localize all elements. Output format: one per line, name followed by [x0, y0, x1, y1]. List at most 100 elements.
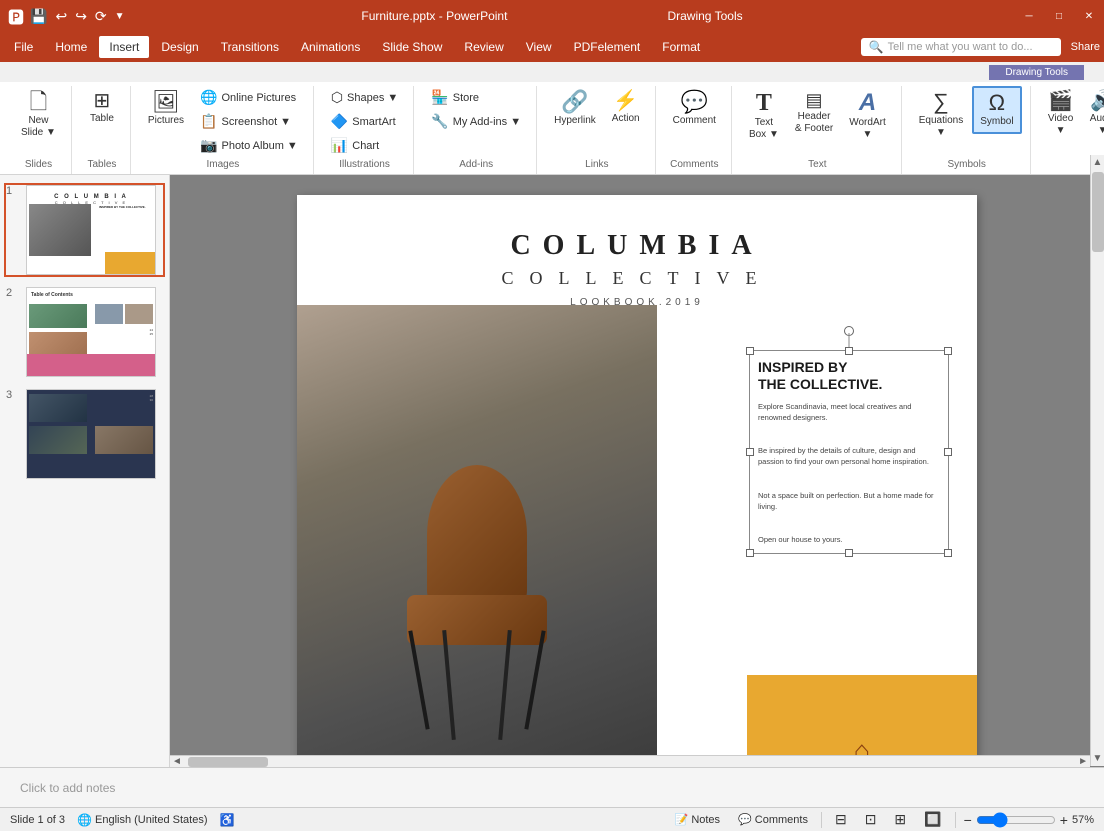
handle-bm[interactable]	[845, 549, 853, 557]
menu-transitions[interactable]: Transitions	[211, 36, 289, 58]
save-icon[interactable]: 💾	[30, 8, 47, 25]
handle-br[interactable]	[944, 549, 952, 557]
zoom-in-button[interactable]: +	[1060, 812, 1068, 828]
menu-home[interactable]: Home	[45, 36, 97, 58]
smartart-button[interactable]: 🔷 SmartArt	[324, 110, 406, 133]
vertical-scrollbar[interactable]: ▲ ▼	[1090, 175, 1104, 766]
scroll-down-arrow[interactable]: ▼	[1091, 751, 1104, 766]
video-button[interactable]: 🎬 Video▼	[1041, 86, 1081, 142]
search-bar[interactable]: 🔍 Tell me what you want to do...	[861, 38, 1061, 56]
menu-format[interactable]: Format	[652, 36, 710, 58]
notes-area[interactable]: Click to add notes	[0, 767, 1104, 807]
scroll-thumb[interactable]	[1092, 175, 1104, 252]
notes-status-button[interactable]: 📝 Notes	[670, 811, 725, 828]
tables-group-label: Tables	[87, 157, 116, 170]
minimize-btn[interactable]: ─	[1022, 9, 1036, 23]
slide-preview-1: C O L U M B I A C O L L E C T I V E INSP…	[26, 185, 156, 275]
normal-view-button[interactable]: ⊟	[830, 809, 852, 830]
slide-thumb-1[interactable]: 1 C O L U M B I A C O L L E C T I V E IN…	[4, 183, 165, 277]
equations-button[interactable]: ∑ Equations▼	[912, 86, 970, 144]
table-button[interactable]: ⊞ Table	[82, 86, 122, 130]
slide-preview-3: 2830	[26, 389, 156, 479]
symbol-button[interactable]: Ω Symbol	[972, 86, 1021, 134]
handle-mr[interactable]	[944, 448, 952, 456]
accessibility-icon[interactable]: ♿	[220, 813, 235, 827]
status-right: 📝 Notes 💬 Comments ⊟ ⊡ ⊞ 🔲 − + 57%	[670, 809, 1094, 830]
menu-slideshow[interactable]: Slide Show	[372, 36, 452, 58]
thumb2-toc: Table of Contents	[31, 292, 151, 298]
comment-button[interactable]: 💬 Comment	[666, 86, 723, 132]
handle-bl[interactable]	[746, 549, 754, 557]
refresh-icon[interactable]: ⟳	[95, 8, 107, 25]
search-placeholder: Tell me what you want to do...	[888, 41, 1033, 53]
zoom-out-button[interactable]: −	[964, 812, 972, 828]
ribbon-group-text: T TextBox ▼ ▤ Header& Footer A WordArt▼ …	[734, 86, 902, 174]
slide-thumb-3[interactable]: 3 2830	[4, 387, 165, 481]
images-small-group: 🌐 Online Pictures 📋 Screenshot ▼ 📷 Photo…	[193, 86, 305, 157]
handle-tr[interactable]	[944, 347, 952, 355]
chart-button[interactable]: 📊 Chart	[324, 134, 406, 157]
screenshot-button[interactable]: 📋 Screenshot ▼	[193, 110, 305, 133]
menu-pdfelement[interactable]: PDFelement	[564, 36, 651, 58]
ribbon-content: 🗋 NewSlide ▼ Slides ⊞ Table Tables 🖼 Pic	[0, 82, 1104, 174]
header-footer-button[interactable]: ▤ Header& Footer	[788, 86, 840, 140]
slide-collective-text: COLLECTIVE	[297, 268, 977, 289]
drawing-tools-label: Drawing Tools	[989, 65, 1084, 80]
close-btn[interactable]: ✕	[1082, 9, 1096, 23]
menu-view[interactable]: View	[516, 36, 562, 58]
scroll-right-arrow[interactable]: ►	[1076, 756, 1090, 767]
comments-status-button[interactable]: 💬 Comments	[733, 811, 813, 828]
undo-icon[interactable]: ↩	[55, 8, 67, 25]
addins-small-group: 🏪 Store 🔧 My Add-ins ▼	[424, 86, 528, 133]
scroll-left-arrow[interactable]: ◄	[170, 756, 184, 767]
menu-insert[interactable]: Insert	[99, 36, 149, 58]
handle-tl[interactable]	[746, 347, 754, 355]
slide-thumb-2[interactable]: 2 Table of Contents 2425	[4, 285, 165, 379]
scroll-thumb-h[interactable]	[188, 757, 268, 767]
slide-sorter-button[interactable]: ⊞	[889, 809, 911, 830]
zoom-slider[interactable]	[976, 812, 1056, 828]
store-button[interactable]: 🏪 Store	[424, 86, 528, 109]
redo-icon[interactable]: ↪	[75, 8, 87, 25]
screenshot-label: Screenshot ▼	[221, 116, 291, 128]
my-addins-button[interactable]: 🔧 My Add-ins ▼	[424, 110, 528, 133]
hyperlink-button[interactable]: 🔗 Hyperlink	[547, 86, 603, 132]
pictures-button[interactable]: 🖼 Pictures	[141, 86, 191, 132]
new-slide-button[interactable]: 🗋 NewSlide ▼	[14, 86, 63, 144]
share-button[interactable]: Share	[1071, 41, 1100, 53]
wordart-button[interactable]: A WordArt▼	[842, 86, 893, 146]
action-button[interactable]: ⚡ Action	[605, 86, 647, 130]
photo-album-button[interactable]: 📷 Photo Album ▼	[193, 134, 305, 157]
wordart-icon: A	[859, 91, 876, 115]
menu-design[interactable]: Design	[151, 36, 208, 58]
video-icon: 🎬	[1048, 91, 1073, 111]
status-bar: Slide 1 of 3 🌐 English (United States) ♿…	[0, 807, 1104, 831]
text-box-button[interactable]: T TextBox ▼	[742, 86, 786, 146]
smartart-label: SmartArt	[352, 116, 395, 128]
audio-button[interactable]: 🔊 Audio▼	[1083, 86, 1104, 142]
horizontal-scrollbar[interactable]: ◄ ►	[170, 755, 1090, 767]
reading-view-button[interactable]: 🔲	[919, 809, 946, 830]
selected-text-box[interactable]: INSPIRED BYTHE COLLECTIVE. Explore Scand…	[749, 350, 949, 554]
title-bar-left: 🅿 💾 ↩ ↪ ⟳ ▼	[8, 4, 125, 28]
canvas-scroll[interactable]: COLUMBIA COLLECTIVE LOOKBOOK.2019	[170, 175, 1104, 767]
online-pictures-label: Online Pictures	[221, 92, 296, 104]
audio-label: Audio▼	[1090, 113, 1104, 137]
handle-ml[interactable]	[746, 448, 754, 456]
pictures-label: Pictures	[148, 115, 184, 127]
handle-tm[interactable]	[845, 347, 853, 355]
symbol-icon: Ω	[989, 92, 1005, 114]
symbol-label: Symbol	[980, 116, 1013, 128]
video-label: Video▼	[1048, 113, 1073, 137]
menu-file[interactable]: File	[4, 36, 43, 58]
menu-animations[interactable]: Animations	[291, 36, 370, 58]
outline-view-button[interactable]: ⊡	[860, 809, 882, 830]
zoom-controls: − + 57%	[964, 812, 1094, 828]
drawing-tools-bar: Drawing Tools	[0, 62, 1104, 82]
customize-icon[interactable]: ▼	[115, 11, 125, 22]
maximize-btn[interactable]: □	[1052, 9, 1066, 23]
online-pictures-button[interactable]: 🌐 Online Pictures	[193, 86, 305, 109]
menu-review[interactable]: Review	[454, 36, 513, 58]
action-label: Action	[612, 113, 640, 125]
shapes-button[interactable]: ⬡ Shapes ▼	[324, 86, 406, 109]
